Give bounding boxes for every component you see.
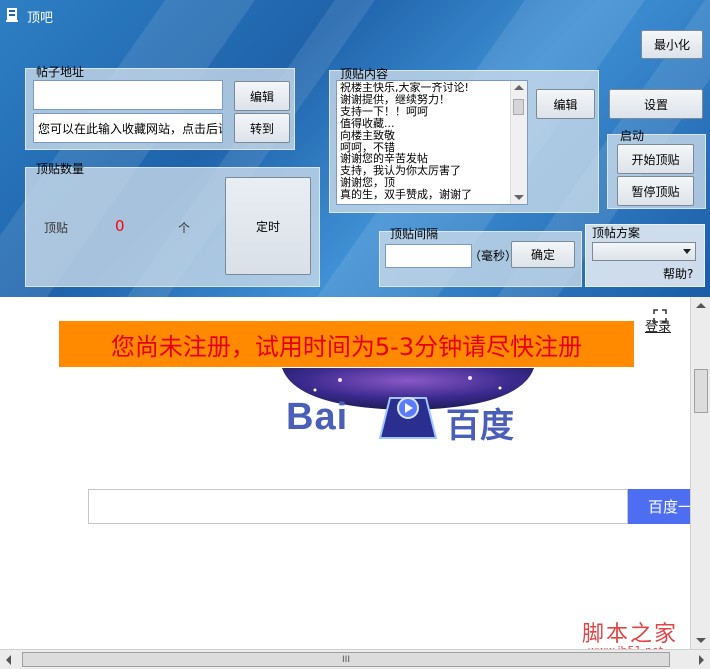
content-scrollbar[interactable] (510, 81, 527, 204)
interval-input[interactable] (385, 244, 472, 268)
baidu-search-button[interactable]: 百度一下 (628, 489, 690, 524)
baidu-search-input[interactable] (88, 489, 628, 524)
vertical-scroll-thumb[interactable] (694, 369, 708, 413)
pause-bump-button[interactable]: 暂停顶贴 (617, 176, 694, 206)
post-url-input[interactable] (33, 80, 223, 110)
content-line: 向楼主致敬 (340, 128, 395, 142)
goto-button[interactable]: 转到 (234, 113, 290, 143)
fullscreen-icon[interactable] (653, 309, 667, 323)
content-line: 值得收藏... (340, 116, 395, 130)
bump-interval-label: 顶贴间隔 (390, 227, 439, 241)
interval-unit: （毫秒） (469, 249, 518, 263)
bump-count-unit: 个 (178, 221, 191, 235)
window-title: 顶吧 (27, 11, 54, 26)
startup-label: 启动 (620, 129, 645, 143)
bump-count-value: 0 (115, 217, 125, 235)
baidu-logo: Bai 百度 (280, 368, 536, 446)
dropdown-arrow-icon (683, 249, 691, 254)
confirm-interval-button[interactable]: 确定 (511, 241, 575, 268)
settings-button[interactable]: 设置 (609, 89, 703, 119)
bump-plan-select[interactable] (592, 242, 696, 261)
help-link[interactable]: 帮助? (663, 265, 693, 282)
app-icon (6, 8, 18, 22)
scroll-right-icon[interactable] (699, 655, 704, 665)
bump-plan-label: 顶帖方案 (592, 226, 641, 240)
post-hint-input[interactable]: 您可以在此输入收藏网站，点击后说 (33, 113, 223, 143)
bump-content-textarea[interactable]: 祝楼主快乐,大家一齐讨论! 谢谢提供，继续努力！ 支持一下！！呵呵 值得收藏..… (336, 80, 528, 205)
scroll-thumb[interactable] (513, 99, 524, 115)
scroll-up-icon[interactable] (514, 85, 524, 90)
logo-text-right: 百度 (446, 406, 514, 446)
edit-url-button[interactable]: 编辑 (234, 81, 290, 111)
bump-row-label: 顶贴 (44, 221, 69, 235)
post-address-label: 帖子地址 (36, 65, 85, 79)
edit-content-button[interactable]: 编辑 (536, 89, 595, 119)
start-bump-button[interactable]: 开始顶贴 (617, 144, 694, 174)
scroll-down-icon[interactable] (514, 195, 524, 200)
scroll-up-icon[interactable] (696, 303, 706, 308)
horizontal-scroll-thumb[interactable]: III (22, 652, 670, 667)
bump-count-label: 顶贴数量 (36, 162, 85, 176)
timer-button[interactable]: 定时 (225, 177, 311, 275)
content-line: 支持一下！！呵呵 (340, 104, 428, 118)
minimize-button[interactable]: 最小化 (641, 30, 703, 59)
trial-banner: 您尚未注册，试用时间为5-3分钟请尽快注册 (59, 321, 634, 367)
horizontal-scrollbar[interactable]: III (0, 649, 710, 669)
logo-text-left: Bai (286, 396, 349, 438)
scroll-left-icon[interactable] (6, 655, 11, 665)
scroll-down-icon[interactable] (696, 638, 706, 643)
vertical-scrollbar[interactable] (690, 297, 710, 649)
content-line: 真的生，双手赞成，谢谢了 (340, 188, 472, 202)
